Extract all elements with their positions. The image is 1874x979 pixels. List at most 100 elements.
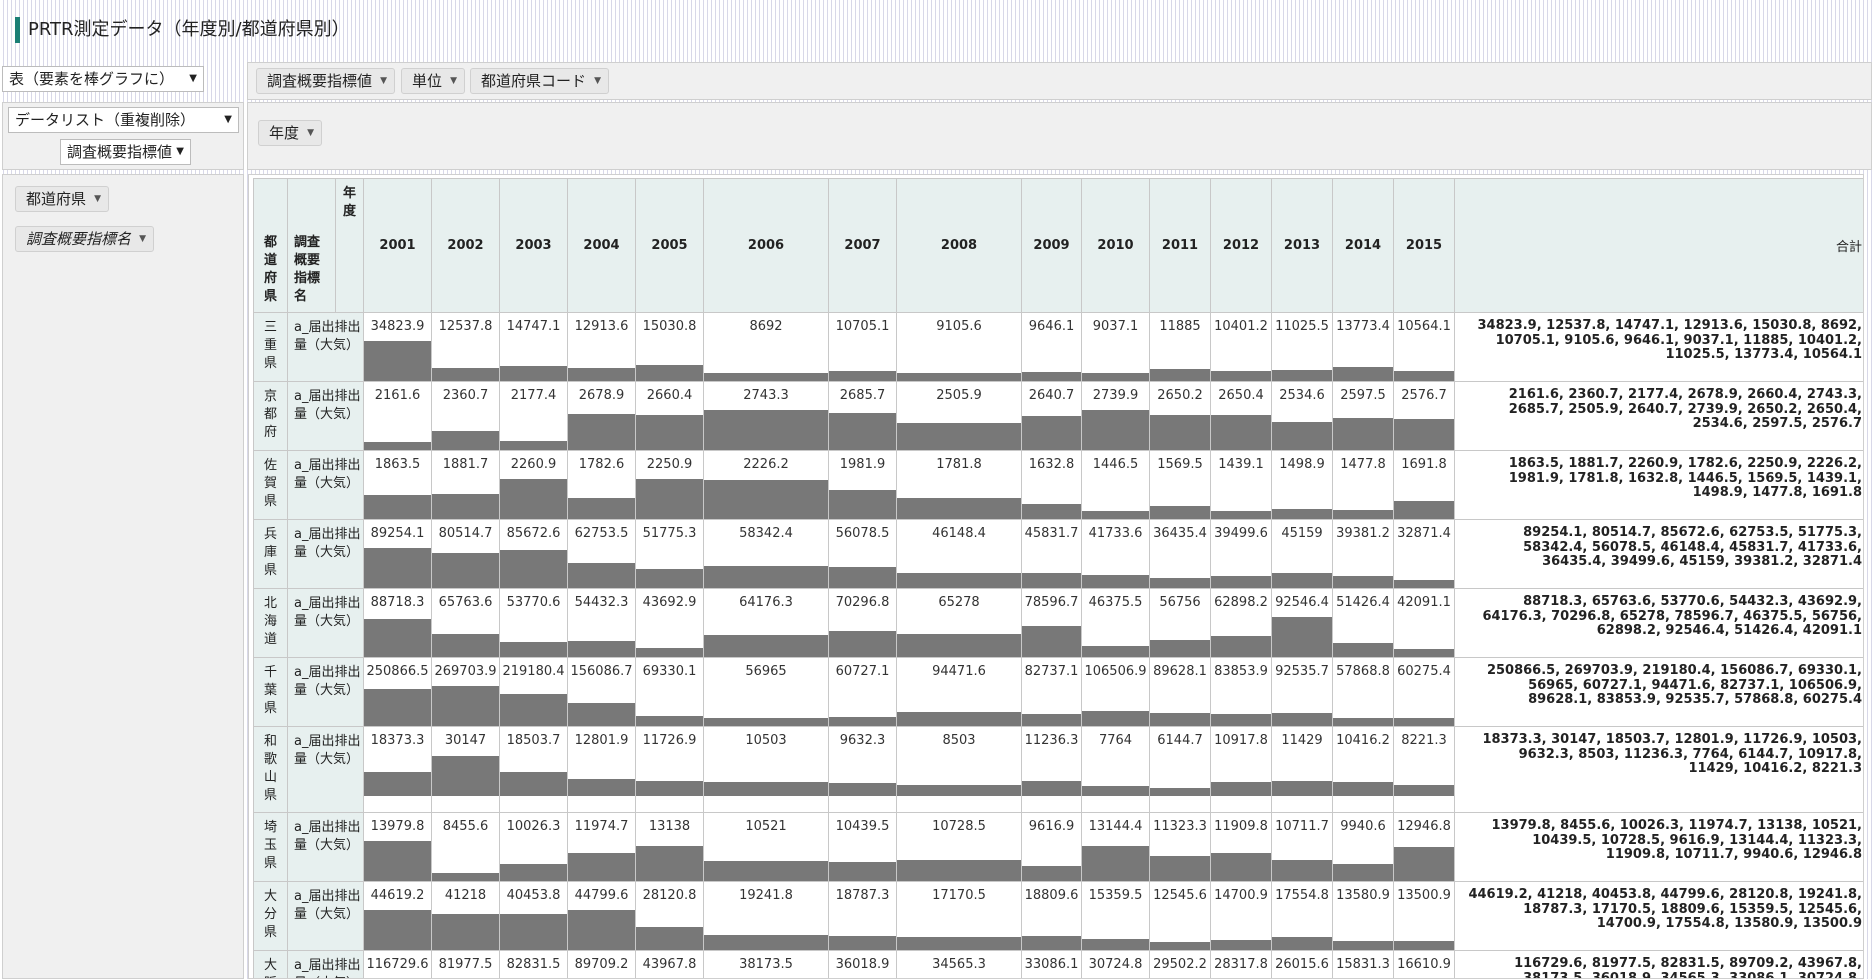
value-cell[interactable]: 2685.7 <box>828 381 897 451</box>
value-cell[interactable]: 14700.9 <box>1210 881 1272 951</box>
value-cell[interactable]: 46148.4 <box>896 519 1022 589</box>
value-cell[interactable]: 65278 <box>896 588 1022 658</box>
value-cell[interactable]: 45831.7 <box>1021 519 1082 589</box>
value-cell[interactable]: 60727.1 <box>828 657 897 727</box>
value-cell[interactable]: 70296.8 <box>828 588 897 658</box>
chip-year[interactable]: 年度 ▼ <box>258 120 323 146</box>
value-cell[interactable]: 8221.3 <box>1393 726 1455 813</box>
value-cell[interactable]: 80514.7 <box>431 519 500 589</box>
value-cell[interactable]: 8455.6 <box>431 812 500 882</box>
value-cell[interactable]: 9037.1 <box>1081 312 1150 382</box>
value-cell[interactable]: 2743.3 <box>703 381 829 451</box>
value-cell[interactable]: 2650.4 <box>1210 381 1272 451</box>
value-cell[interactable]: 29502.2 <box>1149 950 1211 978</box>
year-header-2013[interactable]: 2013 <box>1271 178 1333 313</box>
value-cell[interactable]: 10564.1 <box>1393 312 1455 382</box>
value-cell[interactable]: 56965 <box>703 657 829 727</box>
value-cell[interactable]: 26015.6 <box>1271 950 1333 978</box>
value-cell[interactable]: 41733.6 <box>1081 519 1150 589</box>
value-cell[interactable]: 62753.5 <box>567 519 636 589</box>
value-cell[interactable]: 8692 <box>703 312 829 382</box>
value-cell[interactable]: 62898.2 <box>1210 588 1272 658</box>
value-cell[interactable]: 15359.5 <box>1081 881 1150 951</box>
value-cell[interactable]: 1439.1 <box>1210 450 1272 520</box>
value-cell[interactable]: 11885 <box>1149 312 1211 382</box>
value-cell[interactable]: 10728.5 <box>896 812 1022 882</box>
value-cell[interactable]: 2177.4 <box>499 381 568 451</box>
year-header-2002[interactable]: 2002 <box>431 178 500 313</box>
value-cell[interactable]: 1781.8 <box>896 450 1022 520</box>
value-cell[interactable]: 2260.9 <box>499 450 568 520</box>
value-cell[interactable]: 56756 <box>1149 588 1211 658</box>
value-cell[interactable]: 45159 <box>1271 519 1333 589</box>
value-cell[interactable]: 1477.8 <box>1332 450 1394 520</box>
value-cell[interactable]: 15030.8 <box>635 312 704 382</box>
value-cell[interactable]: 11726.9 <box>635 726 704 813</box>
value-cell[interactable]: 69330.1 <box>635 657 704 727</box>
value-cell[interactable]: 10503 <box>703 726 829 813</box>
value-cell[interactable]: 250866.5 <box>363 657 432 727</box>
datalist-select[interactable]: データリスト（重複削除） ▼ <box>8 107 239 133</box>
value-cell[interactable]: 13138 <box>635 812 704 882</box>
value-cell[interactable]: 2161.6 <box>363 381 432 451</box>
value-cell[interactable]: 1863.5 <box>363 450 432 520</box>
year-header-2010[interactable]: 2010 <box>1081 178 1150 313</box>
value-cell[interactable]: 94471.6 <box>896 657 1022 727</box>
value-cell[interactable]: 83853.9 <box>1210 657 1272 727</box>
value-cell[interactable]: 36435.4 <box>1149 519 1211 589</box>
year-header-2011[interactable]: 2011 <box>1149 178 1211 313</box>
value-cell[interactable]: 11323.3 <box>1149 812 1211 882</box>
value-cell[interactable]: 106506.9 <box>1081 657 1150 727</box>
chip-pref-code[interactable]: 都道府県コード ▼ <box>470 68 610 94</box>
value-cell[interactable]: 11909.8 <box>1210 812 1272 882</box>
value-cell[interactable]: 28317.8 <box>1210 950 1272 978</box>
value-cell[interactable]: 1881.7 <box>431 450 500 520</box>
value-cell[interactable]: 46375.5 <box>1081 588 1150 658</box>
value-cell[interactable]: 56078.5 <box>828 519 897 589</box>
value-cell[interactable]: 1782.6 <box>567 450 636 520</box>
value-cell[interactable]: 36018.9 <box>828 950 897 978</box>
value-cell[interactable]: 38173.5 <box>703 950 829 978</box>
value-cell[interactable]: 9616.9 <box>1021 812 1082 882</box>
chip-unit[interactable]: 単位 ▼ <box>401 68 466 94</box>
value-cell[interactable]: 15831.3 <box>1332 950 1394 978</box>
value-cell[interactable]: 30147 <box>431 726 500 813</box>
value-cell[interactable]: 10705.1 <box>828 312 897 382</box>
value-cell[interactable]: 58342.4 <box>703 519 829 589</box>
value-cell[interactable]: 11236.3 <box>1021 726 1082 813</box>
value-cell[interactable]: 42091.1 <box>1393 588 1455 658</box>
value-cell[interactable]: 41218 <box>431 881 500 951</box>
value-cell[interactable]: 12946.8 <box>1393 812 1455 882</box>
value-cell[interactable]: 10917.8 <box>1210 726 1272 813</box>
value-cell[interactable]: 10521 <box>703 812 829 882</box>
value-cell[interactable]: 13500.9 <box>1393 881 1455 951</box>
value-cell[interactable]: 10416.2 <box>1332 726 1394 813</box>
value-cell[interactable]: 2226.2 <box>703 450 829 520</box>
value-cell[interactable]: 57868.8 <box>1332 657 1394 727</box>
year-header-2009[interactable]: 2009 <box>1021 178 1082 313</box>
value-cell[interactable]: 17554.8 <box>1271 881 1333 951</box>
value-cell[interactable]: 2576.7 <box>1393 381 1455 451</box>
value-cell[interactable]: 89628.1 <box>1149 657 1211 727</box>
value-cell[interactable]: 2250.9 <box>635 450 704 520</box>
value-cell[interactable]: 2640.7 <box>1021 381 1082 451</box>
value-cell[interactable]: 65763.6 <box>431 588 500 658</box>
value-cell[interactable]: 18373.3 <box>363 726 432 813</box>
value-cell[interactable]: 64176.3 <box>703 588 829 658</box>
value-cell[interactable]: 116729.6 <box>363 950 432 978</box>
value-cell[interactable]: 1446.5 <box>1081 450 1150 520</box>
value-cell[interactable]: 53770.6 <box>499 588 568 658</box>
value-cell[interactable]: 2660.4 <box>635 381 704 451</box>
value-cell[interactable]: 1569.5 <box>1149 450 1211 520</box>
value-cell[interactable]: 9940.6 <box>1332 812 1394 882</box>
value-cell[interactable]: 43967.8 <box>635 950 704 978</box>
value-cell[interactable]: 12545.6 <box>1149 881 1211 951</box>
value-cell[interactable]: 2534.6 <box>1271 381 1333 451</box>
value-cell[interactable]: 13773.4 <box>1332 312 1394 382</box>
value-cell[interactable]: 9632.3 <box>828 726 897 813</box>
value-cell[interactable]: 34823.9 <box>363 312 432 382</box>
value-cell[interactable]: 40453.8 <box>499 881 568 951</box>
year-header-2012[interactable]: 2012 <box>1210 178 1272 313</box>
value-cell[interactable]: 11429 <box>1271 726 1333 813</box>
value-cell[interactable]: 1981.9 <box>828 450 897 520</box>
